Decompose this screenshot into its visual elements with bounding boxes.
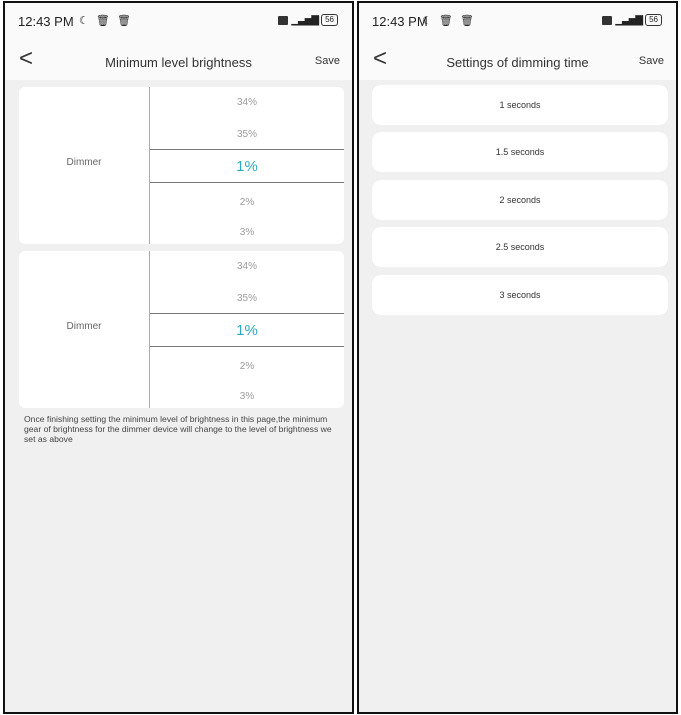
page-title: Minimum level brightness [105, 55, 252, 70]
picker-wheel[interactable]: 34% 35% 1% 2% 3% [150, 251, 344, 408]
dimming-time-option-1[interactable]: 1 seconds [372, 85, 668, 125]
picker-option[interactable]: 3% [150, 391, 344, 402]
picker-label: Dimmer [66, 157, 102, 168]
status-indicators: ▁▃▅▇ 56 [602, 14, 662, 26]
dimming-time-option-2[interactable]: 2 seconds [372, 180, 668, 220]
picker-option[interactable]: 35% [150, 293, 344, 304]
picker-option[interactable]: 34% [150, 261, 344, 272]
selection-line-bottom [150, 182, 344, 183]
signal-icon: ▁▃▅▇ [615, 14, 643, 26]
save-button[interactable]: Save [315, 55, 340, 67]
signal-icon: ▁▃▅▇ [291, 14, 319, 26]
selection-line-top [150, 149, 344, 150]
battery-icon: 56 [645, 14, 662, 26]
picker-option[interactable]: 35% [150, 129, 344, 140]
picker-option[interactable]: 2% [150, 361, 344, 372]
status-indicators: ▁▃▅▇ 56 [278, 14, 338, 26]
notification-icons: ☾ 🗑 🗑 [79, 15, 133, 27]
dimmer-picker-1[interactable]: Dimmer 34% 35% 1% 2% 3% [19, 87, 344, 244]
info-note: Once finishing setting the minimum level… [24, 414, 332, 444]
selection-line-top [150, 313, 344, 314]
dimming-time-screen: 12:43 PM ☾ 🗑 🗑 ▁▃▅▇ 56 < Settings of dim… [357, 1, 678, 714]
nav-bar: < Minimum level brightness Save [5, 43, 352, 80]
picker-option[interactable]: 34% [150, 97, 344, 108]
selection-line-bottom [150, 346, 344, 347]
picker-selected-option[interactable]: 1% [150, 158, 344, 175]
status-time: 12:43 PM [372, 14, 428, 29]
dimmer-picker-2[interactable]: Dimmer 34% 35% 1% 2% 3% [19, 251, 344, 408]
picker-option[interactable]: 3% [150, 227, 344, 238]
brightness-screen: 12:43 PM ☾ 🗑 🗑 ▁▃▅▇ 56 < Minimum level b… [3, 1, 354, 714]
status-bar: 12:43 PM ☾ 🗑 🗑 ▁▃▅▇ 56 [359, 3, 676, 43]
picker-selected-option[interactable]: 1% [150, 322, 344, 339]
sim-icon [602, 15, 613, 25]
picker-option[interactable]: 2% [150, 197, 344, 208]
battery-icon: 56 [321, 14, 338, 26]
sim-icon [278, 15, 289, 25]
save-button[interactable]: Save [639, 55, 664, 67]
status-bar: 12:43 PM ☾ 🗑 🗑 ▁▃▅▇ 56 [5, 3, 352, 43]
status-time: 12:43 PM [18, 14, 74, 29]
dimming-time-option-1-5[interactable]: 1.5 seconds [372, 132, 668, 172]
picker-wheel[interactable]: 34% 35% 1% 2% 3% [150, 87, 344, 244]
page-title: Settings of dimming time [446, 55, 589, 70]
dimming-time-option-2-5[interactable]: 2.5 seconds [372, 227, 668, 267]
nav-bar: < Settings of dimming time Save [359, 43, 676, 80]
picker-label: Dimmer [66, 321, 102, 332]
notification-icons: ☾ 🗑 🗑 [422, 15, 476, 27]
dimming-time-option-3[interactable]: 3 seconds [372, 275, 668, 315]
